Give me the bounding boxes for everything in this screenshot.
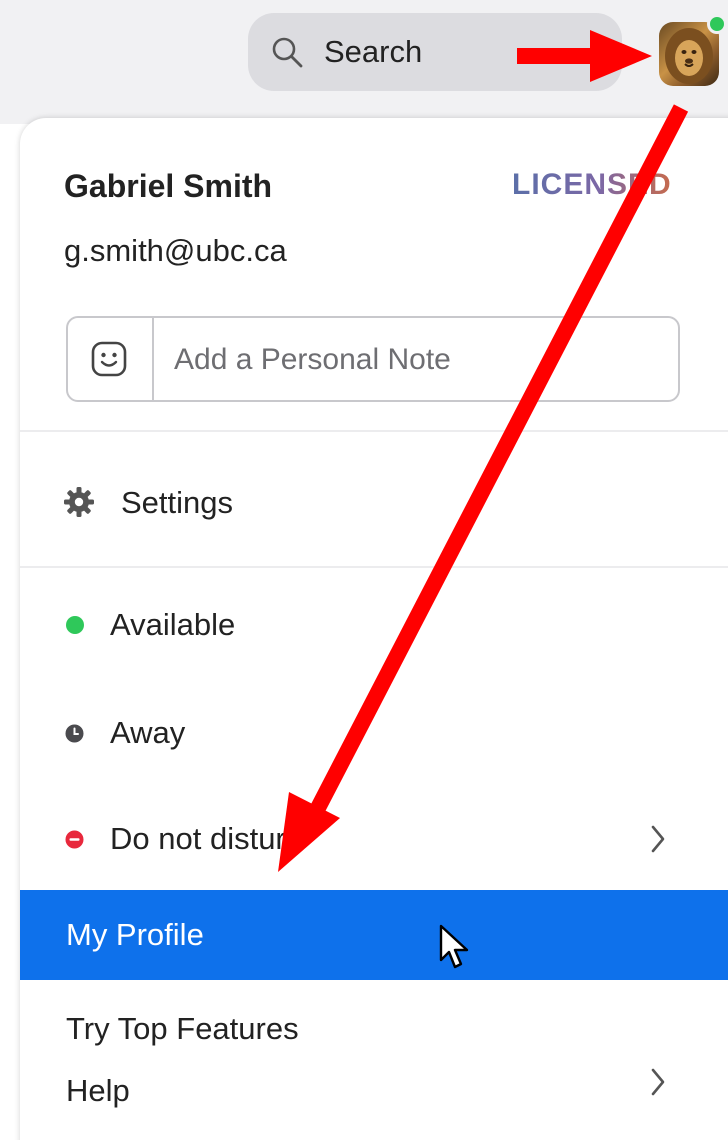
menu-item-away[interactable]: Away bbox=[20, 688, 728, 778]
personal-note-field[interactable] bbox=[66, 316, 680, 402]
personal-note-input[interactable] bbox=[174, 336, 664, 384]
divider bbox=[20, 430, 728, 432]
menu-label: Do not disturb bbox=[110, 821, 303, 856]
presence-status-dot bbox=[707, 14, 727, 34]
menu-label: Away bbox=[110, 715, 186, 750]
chevron-right-icon bbox=[651, 825, 665, 853]
menu-item-settings[interactable]: Settings bbox=[20, 458, 728, 548]
clock-icon bbox=[65, 724, 84, 743]
minus-circle-icon bbox=[65, 830, 84, 849]
menu-label: Help bbox=[66, 1073, 130, 1108]
mouse-cursor-icon bbox=[439, 924, 469, 969]
zoom-profile-dropdown-screenshot: Search Gabriel Smith LICENSED g.smith@ub… bbox=[0, 0, 728, 1140]
chevron-right-icon bbox=[651, 1068, 665, 1096]
menu-item-do-not-disturb[interactable]: Do not disturb bbox=[20, 794, 728, 884]
user-name: Gabriel Smith bbox=[64, 168, 273, 204]
search-bar[interactable]: Search bbox=[248, 13, 622, 91]
emoji-button[interactable] bbox=[68, 318, 154, 400]
divider bbox=[20, 566, 728, 568]
menu-item-available[interactable]: Available bbox=[20, 580, 728, 670]
search-label: Search bbox=[324, 34, 423, 69]
gear-icon bbox=[64, 487, 94, 517]
smiley-icon bbox=[91, 341, 127, 377]
top-bar: Search bbox=[0, 0, 728, 124]
menu-label: Settings bbox=[121, 485, 234, 520]
menu-item-help[interactable]: Help bbox=[20, 1044, 728, 1134]
license-badge: LICENSED bbox=[512, 168, 672, 201]
menu-item-my-profile[interactable]: My Profile bbox=[20, 890, 728, 980]
search-icon bbox=[272, 37, 303, 68]
available-status-dot bbox=[66, 616, 84, 634]
user-email: g.smith@ubc.ca bbox=[64, 233, 287, 268]
menu-label: My Profile bbox=[66, 917, 204, 952]
menu-label: Available bbox=[110, 607, 236, 642]
